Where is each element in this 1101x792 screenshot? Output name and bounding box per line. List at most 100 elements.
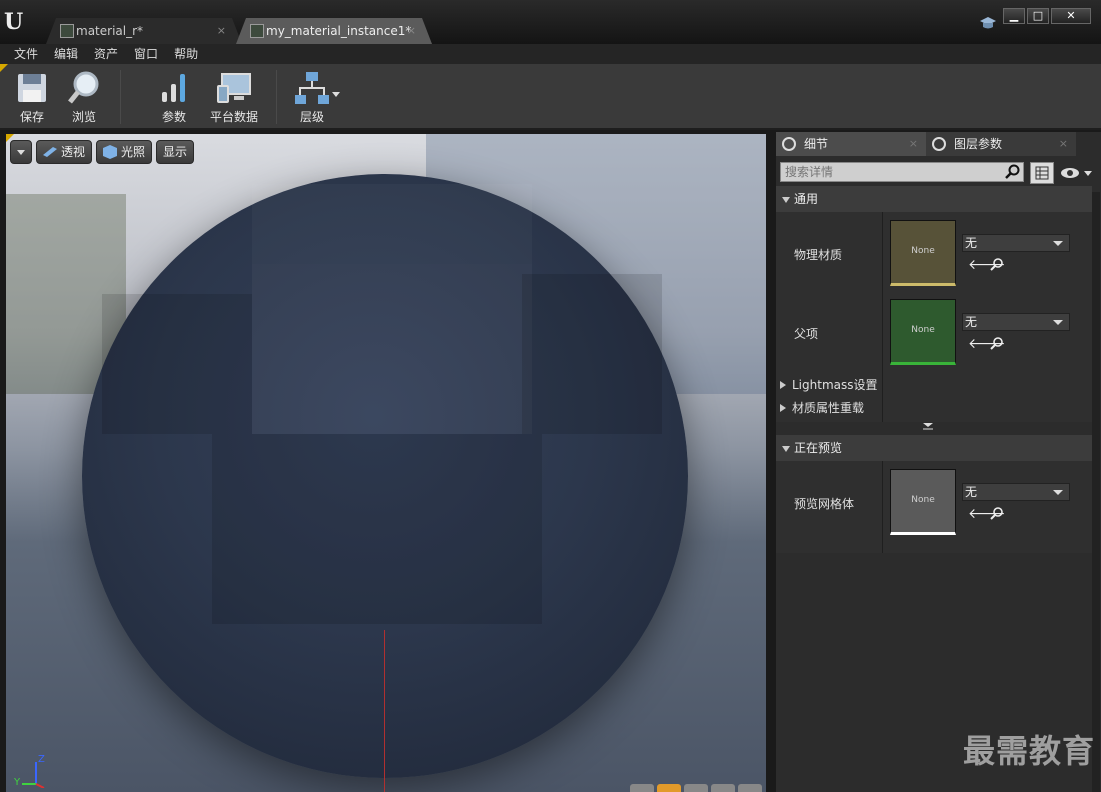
sphere-shape-button[interactable] [657, 784, 681, 792]
physical-material-thumbnail[interactable]: None [890, 220, 956, 286]
hierarchy-dropdown-arrow-icon[interactable] [332, 92, 340, 97]
viewport-preview-shape-buttons [630, 784, 762, 792]
parent-label: 父项 [794, 327, 819, 341]
material-property-overrides-group[interactable]: 材质属性重载 [780, 399, 864, 416]
lightmass-settings-group[interactable]: Lightmass设置 [780, 376, 878, 393]
preview-mesh-dropdown[interactable]: 无 [962, 483, 1070, 501]
material-instance-asset-icon [250, 24, 264, 38]
preview-mesh-value: 无 [965, 485, 978, 499]
close-button[interactable]: ✕ [1051, 8, 1091, 24]
preview-mesh-label: 预览网格体 [794, 497, 855, 511]
browse-asset-icon[interactable] [990, 337, 1004, 351]
tab-layer-params[interactable]: 图层参数 × [926, 132, 1076, 156]
custom-mesh-shape-button[interactable] [738, 784, 762, 792]
viewport-options-button[interactable] [10, 140, 32, 164]
category-general-label: 通用 [794, 192, 819, 206]
viewport-corner-marker [6, 134, 14, 142]
show-button[interactable]: 显示 [156, 140, 195, 164]
browse-asset-icon[interactable] [990, 507, 1004, 521]
grid-axis-line [384, 630, 385, 792]
menu-file[interactable]: 文件 [6, 44, 46, 64]
general-properties: 物理材质 None 无 🡐 父项 None 无 🡐 Lightmass设置 材质… [776, 212, 1092, 422]
menu-edit[interactable]: 编辑 [46, 44, 86, 64]
column-splitter[interactable] [882, 212, 883, 422]
tab-close-icon[interactable]: × [1059, 132, 1068, 156]
cube-shape-button[interactable] [711, 784, 735, 792]
preview-mesh-thumbnail[interactable]: None [890, 469, 956, 535]
details-panel: 细节 × 图层参数 × 通用 物理材质 None 无 🡐 父项 None [776, 132, 1101, 792]
hierarchy-icon [292, 68, 338, 108]
lightmass-settings-label: Lightmass设置 [792, 378, 878, 392]
lit-button[interactable]: 光照 [96, 140, 153, 164]
physical-material-label: 物理材质 [794, 248, 843, 262]
platform-data-button[interactable]: 平台数据 [208, 68, 260, 126]
tab-close-icon[interactable]: × [217, 18, 226, 44]
bar-graph-icon [154, 68, 194, 108]
browse-button[interactable]: 浏览 [62, 68, 106, 126]
list-grid-icon [1035, 166, 1049, 180]
physical-material-dropdown[interactable]: 无 [962, 234, 1070, 252]
view-options-button[interactable] [1060, 164, 1094, 182]
perspective-button[interactable]: 透视 [36, 140, 93, 164]
tab-close-icon[interactable]: × [407, 18, 416, 44]
preview-viewport[interactable]: 透视 光照 显示 Z Y [6, 134, 766, 792]
collapse-arrow-icon [782, 446, 790, 452]
toolbar-separator [120, 70, 121, 124]
browse-label: 浏览 [71, 110, 96, 124]
tab-my-material-instance[interactable]: my_material_instance1* × [236, 18, 432, 44]
unreal-logo-icon: U [4, 9, 24, 35]
use-selected-arrow-icon[interactable]: 🡐 [968, 507, 1006, 521]
menu-asset[interactable]: 资产 [86, 44, 126, 64]
category-general[interactable]: 通用 [776, 186, 1092, 212]
category-previewing[interactable]: 正在预览 [776, 435, 1092, 461]
viewport-toolbar: 透视 光照 显示 [10, 140, 195, 164]
browse-asset-icon[interactable] [990, 258, 1004, 272]
axis-gizmo: Z Y [14, 754, 54, 788]
sphere-checker-patch [252, 264, 532, 434]
title-bar: U material_r* × my_material_instance1* ×… [0, 0, 1101, 44]
sphere-checker-patch [212, 434, 542, 624]
use-selected-arrow-icon[interactable]: 🡐 [968, 337, 1006, 351]
tab-material-r[interactable]: material_r* × [46, 18, 242, 44]
save-icon [12, 68, 52, 108]
chevron-down-icon [1053, 490, 1063, 495]
details-scrollbar[interactable] [1092, 192, 1100, 792]
magnifier-icon [64, 68, 104, 108]
parent-dropdown[interactable]: 无 [962, 313, 1070, 331]
eye-icon [1061, 168, 1092, 178]
cylinder-shape-button[interactable] [630, 784, 654, 792]
plane-shape-button[interactable] [684, 784, 708, 792]
tab-layer-params-label: 图层参数 [954, 137, 1003, 151]
maximize-button[interactable]: □ [1027, 8, 1049, 24]
hierarchy-button[interactable]: 层级 [290, 68, 338, 126]
preview-sphere [82, 174, 688, 778]
axis-y-label: Y [14, 777, 21, 788]
property-matrix-button[interactable] [1030, 162, 1054, 184]
menu-window[interactable]: 窗口 [126, 44, 166, 64]
sphere-checker-patch [102, 294, 252, 434]
info-icon [932, 137, 946, 151]
lit-cube-icon [103, 145, 118, 159]
params-button[interactable]: 参数 [152, 68, 196, 126]
sphere-checker-patch [522, 274, 662, 434]
details-tabs: 细节 × 图层参数 × [776, 132, 1101, 156]
column-splitter[interactable] [882, 461, 883, 553]
use-selected-arrow-icon[interactable]: 🡐 [968, 258, 1006, 272]
search-icon[interactable] [1004, 164, 1020, 180]
material-property-overrides-label: 材质属性重载 [792, 401, 865, 415]
tab-details[interactable]: 细节 × [776, 132, 926, 156]
advanced-expand-icon[interactable] [922, 422, 934, 432]
menu-help[interactable]: 帮助 [166, 44, 206, 64]
tab-close-icon[interactable]: × [909, 132, 918, 156]
previewing-properties: 预览网格体 None 无 🡐 [776, 461, 1092, 553]
menu-bar: 文件 编辑 资产 窗口 帮助 [0, 44, 1101, 64]
tab-label: my_material_instance1* [266, 24, 412, 38]
hierarchy-label: 层级 [299, 110, 324, 124]
save-button[interactable]: 保存 [10, 68, 54, 126]
search-input[interactable] [780, 162, 1024, 182]
minimize-button[interactable]: ▁ [1003, 8, 1025, 24]
parent-thumbnail[interactable]: None [890, 299, 956, 365]
physical-material-value: 无 [965, 236, 978, 250]
graduation-cap-icon[interactable] [979, 16, 997, 32]
material-asset-icon [60, 24, 74, 38]
